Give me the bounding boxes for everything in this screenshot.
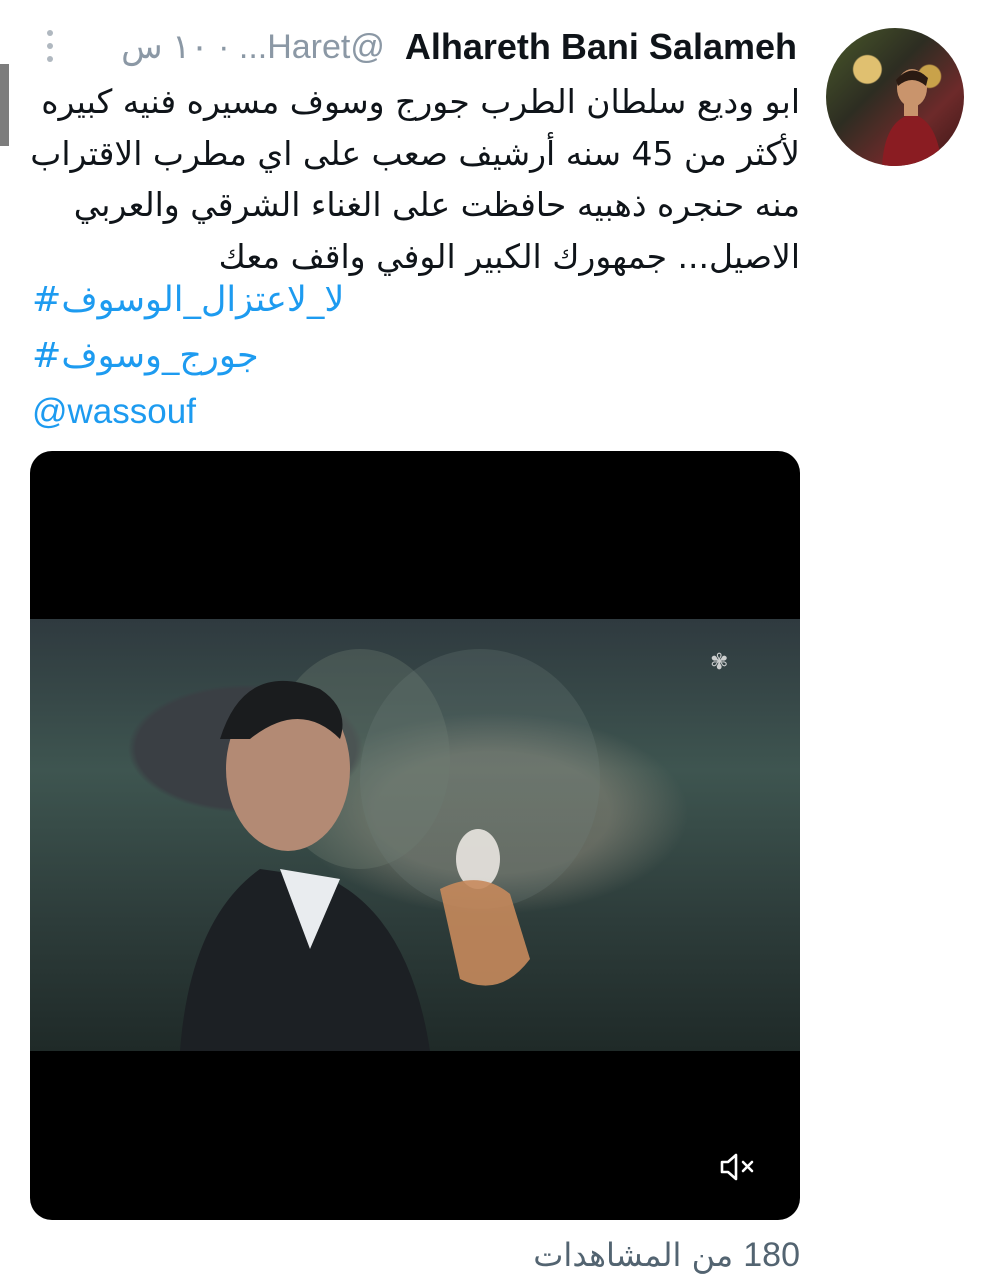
avatar[interactable] <box>826 28 964 166</box>
tweet-text: ابو وديع سلطان الطرب جورج وسوف مسيره فني… <box>30 82 800 276</box>
mention-link[interactable]: @wassouf <box>32 392 196 432</box>
left-edge-indicator <box>0 64 9 146</box>
hashtag-link[interactable]: #لا_لاعتزال_الوسوف <box>32 280 344 320</box>
tweet-time[interactable]: ١٠ س <box>121 28 208 66</box>
hashtag-link[interactable]: #جورج_وسوف <box>32 336 259 376</box>
view-count-number: 180 <box>743 1236 800 1274</box>
more-vertical-icon[interactable] <box>40 30 60 62</box>
video-player[interactable]: ✾ <box>30 451 800 1220</box>
svg-text:✾: ✾ <box>710 650 728 675</box>
meta-separator: · <box>218 28 230 66</box>
view-count-label: من المشاهدات <box>533 1236 734 1274</box>
tweet-meta: @Haret... · ١٠ س <box>121 27 385 67</box>
video-frame: ✾ <box>30 619 800 1051</box>
author-name[interactable]: Alhareth Bani Salameh <box>405 26 797 68</box>
view-count: 180 من المشاهدات <box>533 1236 800 1286</box>
volume-muted-icon[interactable] <box>718 1151 758 1183</box>
author-handle[interactable]: @Haret... <box>239 28 385 66</box>
tweet-header: Alhareth Bani Salameh @Haret... · ١٠ س <box>121 24 797 70</box>
